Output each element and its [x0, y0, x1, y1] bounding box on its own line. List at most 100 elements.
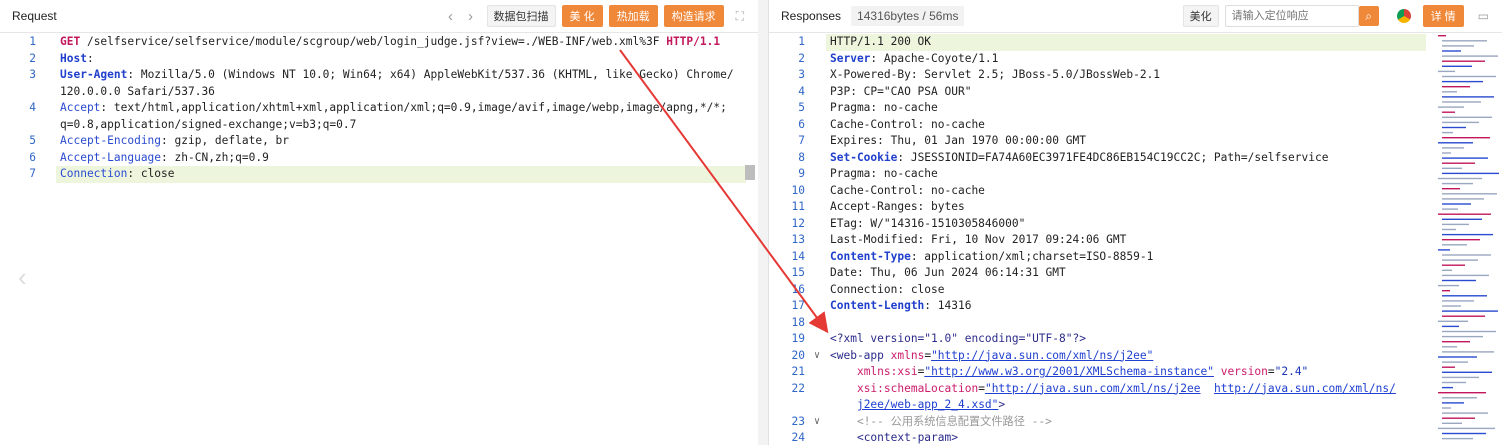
- code-token: http://java.sun.com/xml/ns/: [1213, 381, 1396, 395]
- code-line: 4 P3P: CP="CAO PSA OUR": [769, 84, 1502, 101]
- scrollbar-thumb[interactable]: [745, 165, 755, 180]
- expand-icon[interactable]: ⛶: [736, 9, 744, 24]
- minimap-line: [1442, 198, 1484, 200]
- minimap-line: [1442, 162, 1475, 164]
- minimap-line: [1442, 75, 1496, 78]
- minimap-line: [1442, 157, 1488, 159]
- code-line: 4 Accept: text/html,application/xhtml+xml…: [0, 100, 758, 117]
- line-number: 24: [791, 431, 805, 444]
- code-token: HTTP/1.1: [666, 35, 721, 48]
- code-token: <web-app: [830, 348, 891, 362]
- minimap-line: [1442, 40, 1487, 42]
- comment-icon[interactable]: ▭: [1478, 9, 1489, 23]
- minimap-line: [1442, 402, 1464, 404]
- line-number: 9: [798, 167, 805, 180]
- minimap-line: [1442, 188, 1460, 190]
- minimap-line: [1438, 356, 1477, 358]
- code-token: q=0.8,application/signed-exchange;v=b3;q…: [60, 117, 357, 131]
- line-number: 17: [791, 299, 805, 312]
- minimap-line: [1442, 50, 1461, 52]
- minimap-line: [1442, 417, 1475, 419]
- minimap-line: [1442, 80, 1483, 83]
- hot-load-button[interactable]: 热加载: [608, 5, 658, 27]
- code-line: 21 xmlns:xsi = "http://www.w3.org/2001/XML…: [769, 364, 1502, 381]
- minimap-line: [1442, 295, 1487, 297]
- minimap-line: [1442, 101, 1481, 103]
- chrome-icon[interactable]: [1396, 9, 1411, 23]
- minimap-line: [1442, 193, 1497, 195]
- minimap-line: [1442, 86, 1470, 88]
- code-token: Pragma: no-cache: [830, 101, 938, 114]
- code-token: "2.4": [1274, 365, 1309, 378]
- beautify-request-button[interactable]: 美 化: [561, 5, 603, 27]
- code-token: : Mozilla/5.0 (Windows NT 10.0; Win64; x…: [127, 68, 734, 81]
- minimap-line: [1438, 177, 1482, 180]
- packet-scan-button[interactable]: 数据包扫描: [486, 5, 556, 27]
- code-line: 10 Cache-Control: no-cache: [769, 183, 1502, 200]
- code-line: 2 Server: Apache-Coyote/1.1: [769, 51, 1502, 68]
- beautify-response-button[interactable]: 美化: [1182, 5, 1219, 27]
- response-search-input[interactable]: [1224, 5, 1359, 27]
- search-icon[interactable]: ⌕: [1358, 6, 1379, 26]
- minimap-line: [1442, 335, 1483, 338]
- minimap-line: [1442, 325, 1459, 328]
- code-line: 18: [769, 315, 1502, 332]
- next-arrow-icon[interactable]: ›: [461, 8, 481, 25]
- code-line: 1 GET /selfservice/selfservice/module/scg…: [0, 34, 758, 51]
- code-token: Content-Type: [830, 249, 911, 263]
- code-token: P3P: CP="CAO PSA OUR": [830, 84, 972, 98]
- minimap-line: [1442, 182, 1473, 185]
- code-token: : text/html,application/xhtml+xml,applic…: [100, 101, 727, 114]
- code-line: 5 Accept-Encoding: gzip, deflate, br: [0, 133, 758, 150]
- code-token: j2ee/web-app_2_4.xsd": [856, 398, 999, 411]
- minimap-line: [1442, 351, 1494, 353]
- line-number: 18: [791, 315, 805, 329]
- detail-button[interactable]: 详 情: [1422, 5, 1464, 27]
- code-token: ETag: W/"14316-1510305846000": [830, 216, 1026, 230]
- code-token: "http://www.w3.org/2001/XMLSchema-instan…: [924, 365, 1214, 378]
- code-line: j2ee/web-app_2_4.xsd">: [769, 397, 1502, 414]
- minimap-line: [1442, 116, 1492, 118]
- line-number: 14: [791, 249, 805, 263]
- fold-chevron-icon[interactable]: ∨: [814, 414, 820, 431]
- left-chevron-icon[interactable]: ‹: [18, 262, 27, 293]
- minimap-line: [1442, 381, 1466, 384]
- code-line: 22 xsi:schemaLocation="http://java.sun.c…: [769, 381, 1502, 398]
- code-token: <!-- 公用系统信息配置文件路径 -->: [856, 414, 1052, 428]
- line-number: 20: [791, 348, 805, 362]
- minimap-line: [1442, 228, 1456, 231]
- code-token: /selfservice/selfservice/module/scgroup/…: [80, 35, 667, 48]
- minimap-line: [1442, 218, 1482, 220]
- line-number: 19: [791, 332, 805, 345]
- minimap-line: [1442, 386, 1453, 389]
- code-token: Last-Modified: Fri, 10 Nov 2017 09:24:06…: [830, 233, 1127, 246]
- code-token: >: [998, 398, 1006, 411]
- panel-splitter[interactable]: [758, 0, 768, 445]
- line-number: 8: [798, 150, 805, 164]
- code-line: 17 Content-Length: 14316: [769, 298, 1502, 315]
- minimap-line: [1442, 432, 1486, 435]
- code-token: <context-param>: [856, 431, 958, 444]
- code-minimap[interactable]: [1436, 33, 1500, 443]
- code-line: 3 X-Powered-By: Servlet 2.5; JBoss-5.0/JB…: [769, 67, 1502, 84]
- minimap-line: [1442, 65, 1472, 67]
- code-token: Pragma: no-cache: [830, 167, 938, 180]
- minimap-line: [1442, 147, 1464, 149]
- minimap-line: [1442, 264, 1465, 266]
- code-line: 5 Pragma: no-cache: [769, 100, 1502, 117]
- code-token: xsi:schemaLocation: [856, 381, 979, 395]
- minimap-line: [1442, 341, 1470, 343]
- minimap-line: [1438, 320, 1468, 322]
- fold-chevron-icon[interactable]: ∨: [814, 348, 820, 365]
- line-number: 7: [798, 134, 805, 147]
- code-line: 20 <web-app xmlns="http://java.sun.com/xm…: [769, 348, 1502, 365]
- construct-request-button[interactable]: 构造请求: [663, 5, 724, 27]
- minimap-line: [1438, 284, 1459, 287]
- code-line: 8 Set-Cookie: JSESSIONID=FA74A60EC3971FE4…: [769, 150, 1502, 167]
- code-token: Date: Thu, 06 Jun 2024 06:14:31 GMT: [830, 266, 1066, 279]
- minimap-line: [1438, 142, 1473, 144]
- prev-arrow-icon[interactable]: ‹: [441, 8, 461, 25]
- minimap-line: [1442, 290, 1450, 292]
